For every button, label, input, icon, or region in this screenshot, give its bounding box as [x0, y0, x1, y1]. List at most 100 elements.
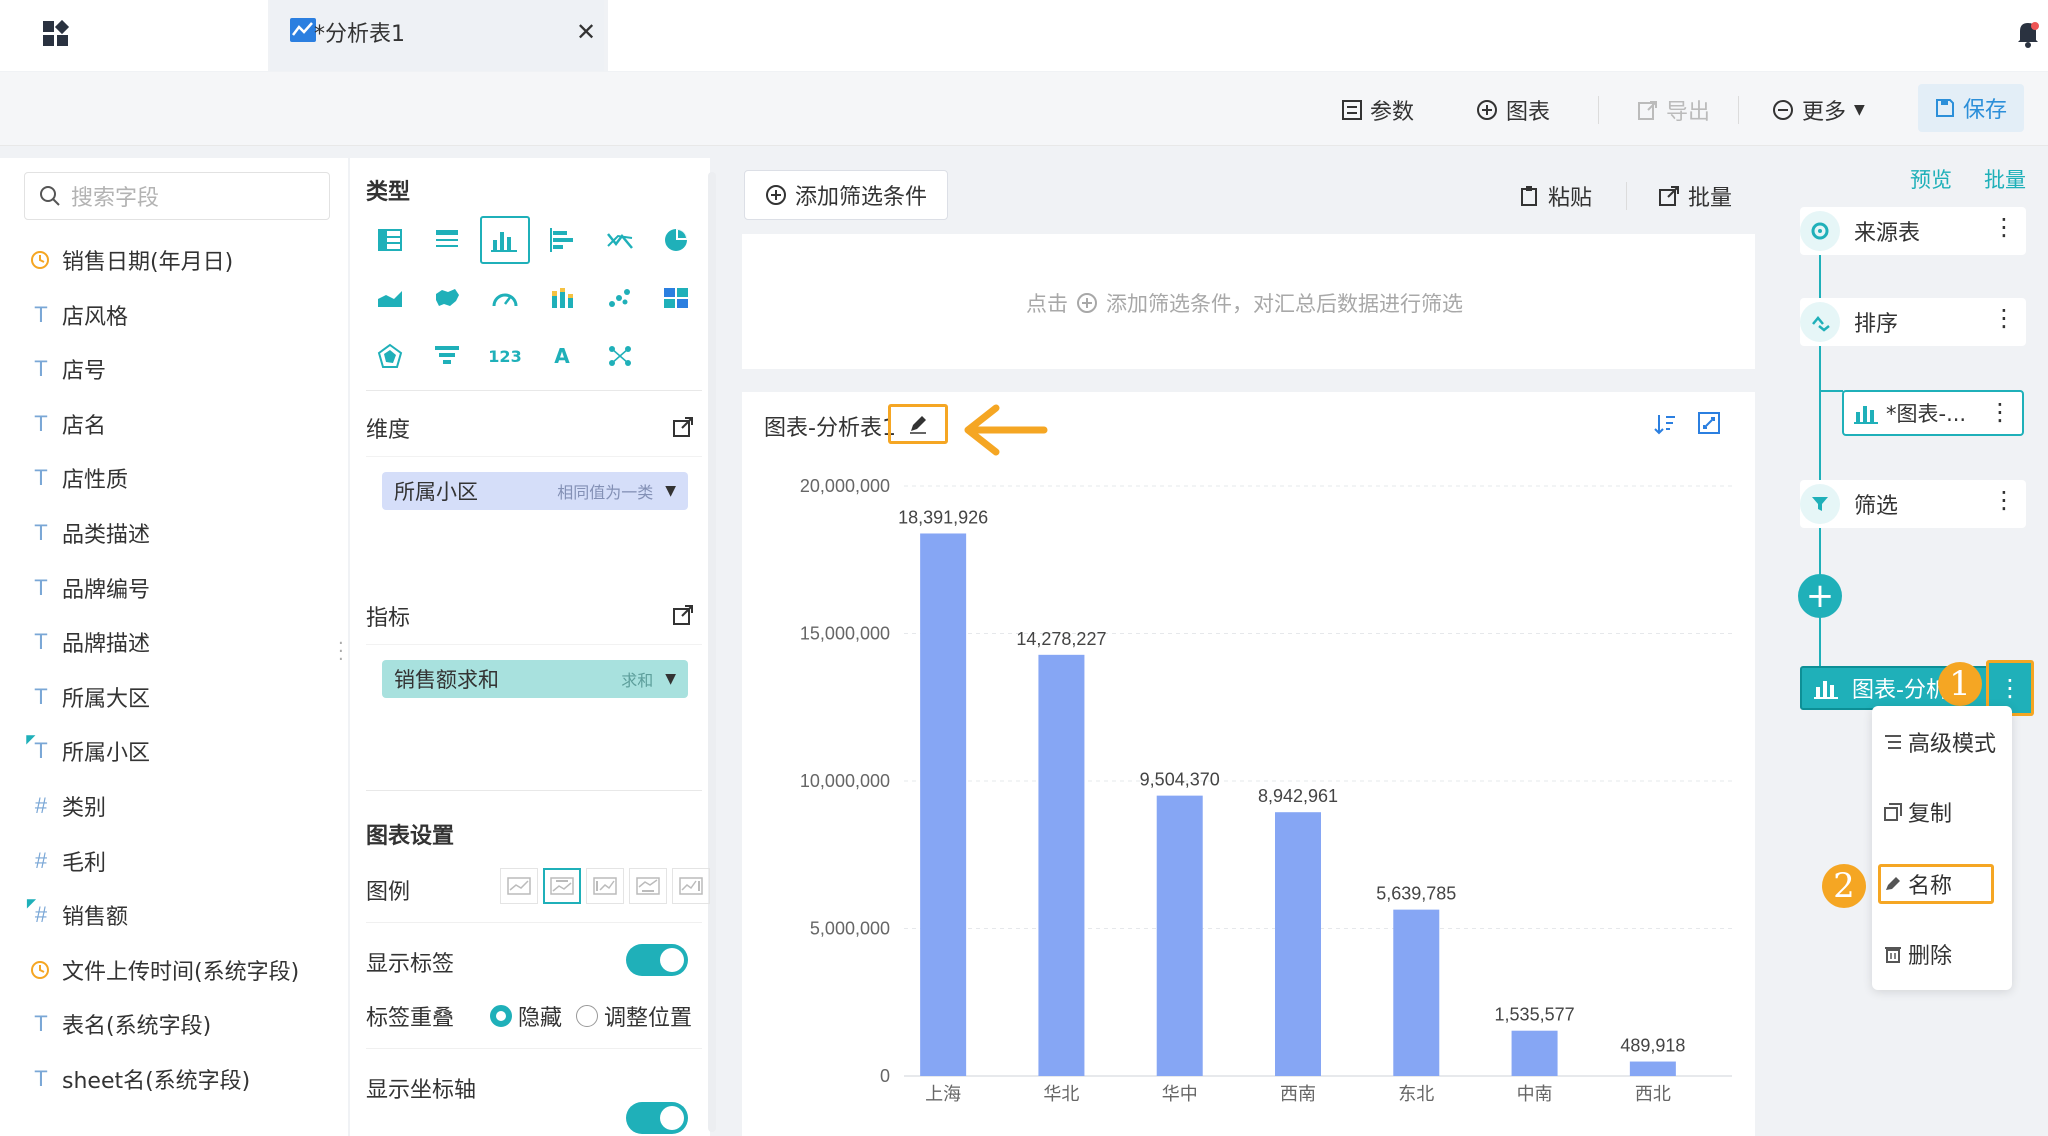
field-search-input[interactable]: 搜索字段: [24, 172, 330, 220]
field-item[interactable]: # 类别: [30, 788, 106, 824]
matrix-type-icon[interactable]: [656, 278, 696, 318]
menu-item-copy[interactable]: 复制: [1884, 796, 1952, 828]
legend-left-option[interactable]: [586, 868, 624, 904]
node-menu-icon[interactable]: ⋮: [1992, 488, 2016, 512]
sort-icon[interactable]: [1654, 412, 1676, 436]
text-field-icon: T: [34, 465, 48, 491]
show-axis-label: 显示坐标轴: [366, 1078, 477, 1103]
apps-grid-icon[interactable]: [42, 20, 70, 48]
field-item[interactable]: T 店性质: [30, 460, 128, 496]
pie-chart-type-icon[interactable]: [656, 220, 696, 260]
node-menu-icon[interactable]: ⋮: [1988, 398, 2012, 426]
y-tick-label: 0: [880, 1066, 890, 1086]
edit-title-button[interactable]: [888, 404, 948, 444]
more-button[interactable]: 更多 ▼: [1772, 92, 1865, 128]
word-cloud-type-icon[interactable]: A: [542, 336, 582, 376]
bar-上海[interactable]: [920, 533, 967, 1076]
bar-西南[interactable]: [1275, 812, 1321, 1076]
flow-node-label: 筛选: [1854, 494, 1899, 519]
flow-node-chart-branch[interactable]: *图表-... ⋮: [1842, 390, 2024, 436]
line-chart-type-icon[interactable]: [600, 220, 640, 260]
menu-item-delete[interactable]: 删除: [1884, 938, 1952, 970]
close-tab-icon[interactable]: ✕: [576, 18, 596, 46]
field-item[interactable]: 销售日期(年月日): [30, 242, 233, 278]
flow-node-source[interactable]: 来源表 ⋮: [1800, 207, 2026, 255]
preview-link[interactable]: 预览: [1910, 164, 1952, 194]
caret-down-icon[interactable]: ▼: [665, 483, 676, 499]
config-scrollbar[interactable]: [708, 172, 716, 1132]
table-type-icon[interactable]: [370, 220, 410, 260]
overlap-hide-radio[interactable]: 隐藏: [490, 1000, 562, 1032]
export-button[interactable]: 导出: [1638, 92, 1710, 128]
params-label: 参数: [1370, 100, 1415, 125]
gauge-chart-type-icon[interactable]: [485, 278, 525, 318]
params-button[interactable]: 参数: [1342, 92, 1414, 128]
relation-graph-type-icon[interactable]: [600, 336, 640, 376]
funnel-chart-type-icon[interactable]: [427, 336, 467, 376]
field-item[interactable]: # 毛利: [30, 843, 106, 879]
menu-item-rename[interactable]: 名称: [1884, 868, 1952, 900]
bar-东北[interactable]: [1393, 909, 1440, 1076]
map-chart-type-icon[interactable]: [427, 278, 467, 318]
bar-chart-icon: [1854, 406, 1878, 424]
measure-pill[interactable]: 销售额求和 求和 ▼: [382, 660, 688, 698]
tab-analysis-table[interactable]: *分析表1 ✕: [270, 0, 604, 71]
dimension-pill[interactable]: 所属小区 相同值为一类 ▼: [382, 472, 688, 510]
legend-bottom-option[interactable]: [629, 868, 667, 904]
flow-node-label: 来源表: [1854, 221, 1921, 246]
field-item[interactable]: T 品牌编号: [30, 570, 150, 606]
add-step-button[interactable]: +: [1798, 574, 1842, 618]
date-field-icon: [30, 250, 52, 270]
field-item[interactable]: T 表名(系统字段): [30, 1006, 211, 1042]
field-item[interactable]: Tsheet名(系统字段): [30, 1061, 250, 1097]
area-chart-type-icon[interactable]: [370, 278, 410, 318]
flow-node-filter[interactable]: 筛选 ⋮: [1800, 480, 2026, 528]
fullscreen-icon[interactable]: [1698, 412, 1720, 434]
caret-down-icon[interactable]: ▼: [665, 671, 676, 687]
legend-none-option[interactable]: [500, 868, 538, 904]
kpi-number-type-icon[interactable]: 123: [485, 336, 525, 376]
bell-icon[interactable]: [2016, 20, 2040, 48]
batch-link[interactable]: 批量: [1984, 164, 2026, 194]
paste-button[interactable]: 粘贴: [1520, 178, 1592, 214]
scatter-chart-type-icon[interactable]: [600, 278, 640, 318]
open-external-icon[interactable]: [672, 416, 694, 438]
overlap-adjust-radio[interactable]: 调整位置: [576, 1000, 692, 1032]
field-item[interactable]: T 品牌描述: [30, 624, 150, 660]
batch-button[interactable]: 批量: [1658, 178, 1732, 214]
legend-right-option[interactable]: [672, 868, 710, 904]
field-item[interactable]: T 店风格: [30, 297, 128, 333]
bar-华北[interactable]: [1038, 654, 1085, 1076]
resize-handle[interactable]: · · ·: [338, 635, 344, 669]
x-category-label: 西南: [1280, 1084, 1316, 1104]
add-filter-button[interactable]: 添加筛选条件: [744, 170, 948, 220]
horizontal-bar-type-icon[interactable]: [542, 220, 582, 260]
field-item[interactable]: T 店名: [30, 406, 106, 442]
bar-chart-type-icon[interactable]: [480, 216, 530, 264]
bar-华中[interactable]: [1156, 795, 1203, 1076]
field-item[interactable]: # ◤ 销售额: [27, 896, 128, 933]
field-item[interactable]: T 店号: [30, 351, 106, 387]
open-external-icon[interactable]: [672, 604, 694, 626]
save-button[interactable]: 保存: [1918, 84, 2024, 132]
field-item[interactable]: T 品类描述: [30, 515, 150, 551]
detail-table-type-icon[interactable]: [427, 220, 467, 260]
bar-中南[interactable]: [1511, 1030, 1558, 1076]
flow-node-sort[interactable]: 排序 ⋮: [1800, 298, 2026, 346]
tab-title: *分析表1: [314, 22, 405, 47]
menu-item-advanced-mode[interactable]: 高级模式: [1884, 726, 1996, 758]
bar-西北[interactable]: [1629, 1061, 1676, 1076]
field-item[interactable]: T ◤ 所属小区: [26, 732, 150, 769]
chart-button[interactable]: 图表: [1476, 92, 1550, 128]
show-axis-toggle[interactable]: [626, 1102, 688, 1134]
stacked-bar-type-icon[interactable]: [542, 278, 582, 318]
bar-value-label: 18,391,926: [898, 507, 988, 527]
node-menu-icon[interactable]: ⋮: [1992, 306, 2016, 330]
show-labels-toggle[interactable]: [626, 944, 688, 976]
field-item[interactable]: T 所属大区: [30, 679, 150, 715]
bar-value-label: 14,278,227: [1016, 629, 1106, 649]
field-item[interactable]: 文件上传时间(系统字段): [30, 952, 299, 988]
radar-chart-type-icon[interactable]: [370, 336, 410, 376]
node-menu-icon[interactable]: ⋮: [1992, 215, 2016, 239]
legend-top-option[interactable]: [543, 868, 581, 904]
